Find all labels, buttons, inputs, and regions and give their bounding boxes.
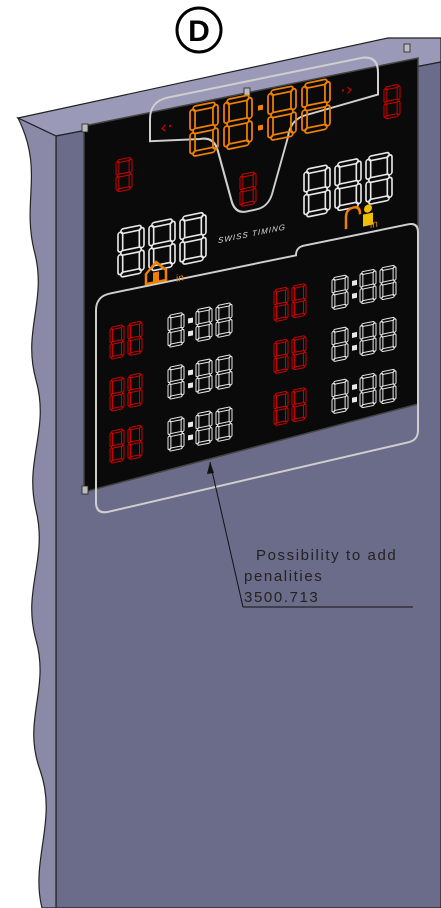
colon-dot (188, 317, 193, 324)
colon-dot (258, 104, 263, 111)
colon-dot (352, 383, 357, 390)
callout-line-2: penalities (244, 568, 323, 585)
colon-dot (188, 382, 193, 389)
colon-dot (188, 421, 193, 428)
scoreboard-drawing: D ‹· ·› SWISS TIMING in in Possibility t… (16, 6, 441, 908)
view-label-badge: D (175, 6, 223, 54)
callout-line-1: Possibility to add (256, 547, 397, 564)
colon-dot (352, 344, 357, 351)
colon-dot (258, 124, 263, 131)
possession-arrow-right: ·› (340, 79, 353, 102)
home-in-label: in (176, 272, 184, 284)
guest-in-label: in (370, 219, 378, 231)
colon-dot (352, 331, 357, 338)
colon-dot (352, 396, 357, 403)
colon-dot (188, 434, 193, 441)
callout-line-3: 3500.713 (244, 589, 319, 606)
colon-dot (188, 330, 193, 337)
view-label: D (188, 15, 210, 48)
colon-dot (352, 279, 357, 286)
colon-dot (352, 292, 357, 299)
wall-left-face (16, 116, 57, 908)
colon-dot (188, 369, 193, 376)
possession-arrow-left: ‹· (160, 116, 173, 139)
